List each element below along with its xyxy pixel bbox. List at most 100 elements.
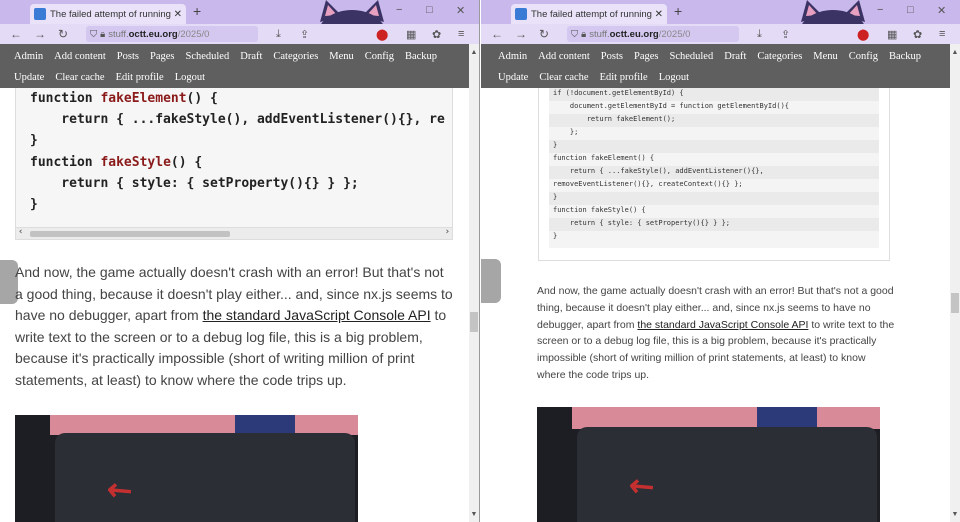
extension-icon[interactable]: ✿ [913,28,922,41]
close-window-button[interactable]: ✕ [937,4,946,17]
scroll-down-icon[interactable]: ▼ [469,510,479,520]
article-paragraph: And now, the game actually doesn't crash… [537,285,895,381]
add-content-link[interactable]: Add content [54,51,106,62]
nav-bar: ← → ↻ ⛉ 🔒︎ stuff. octt.eu.org/2025/0 ⤓ ⇪ … [0,24,479,44]
admin-bar: Admin Add content Posts Pages Scheduled … [0,44,471,88]
back-icon[interactable]: ← [10,27,22,41]
config-link[interactable]: Config [365,51,394,62]
side-panel-tab[interactable] [481,259,501,303]
admin-link[interactable]: Admin [14,51,43,62]
code-line: function fakeElement() { [553,154,655,162]
code-line: return { ...fakeStyle(), addEventListene… [30,112,445,127]
article-photo: ↖ [15,415,358,522]
code-line: function fakeStyle() { [30,155,203,170]
scroll-down-icon[interactable]: ▼ [950,510,960,520]
ublock-icon[interactable]: ⬤ [857,28,869,41]
categories-link[interactable]: Categories [273,51,318,62]
url-domain: octt.eu.org [609,28,659,40]
nav-bar: ← → ↻ ⛉ 🔒︎ stuff. octt.eu.org/2025/0 ⤓ ⇪ … [481,24,960,44]
download-icon[interactable]: ⤓ [757,28,762,41]
minimize-button[interactable]: − [396,4,402,16]
console-api-link[interactable]: the standard JavaScript Console API [637,319,808,331]
edit-profile-link[interactable]: Edit profile [116,72,164,83]
favicon-icon [34,8,46,20]
tab-title: The failed attempt of running H [50,8,171,20]
url-bar[interactable]: ⛉ 🔒︎ stuff. octt.eu.org/2025/0 [86,26,258,42]
update-link[interactable]: Update [498,72,528,83]
tab-title: The failed attempt of running H [531,8,652,20]
scroll-right-icon[interactable]: › [445,227,450,237]
backup-link[interactable]: Backup [405,51,437,62]
categories-link[interactable]: Categories [757,51,802,62]
reload-icon[interactable]: ↻ [58,27,68,41]
scroll-left-icon[interactable]: ‹ [18,227,23,237]
pages-link[interactable]: Pages [150,51,175,62]
logout-link[interactable]: Logout [659,72,689,83]
clear-cache-link[interactable]: Clear cache [55,72,104,83]
scrollbar-thumb[interactable] [951,293,959,313]
titlebar: The failed attempt of running H ✕ + − □ … [0,0,479,24]
close-tab-icon[interactable]: ✕ [174,9,182,20]
qr-icon[interactable]: ▦ [887,28,897,41]
code-line: } [30,133,38,148]
forward-icon[interactable]: → [34,27,46,41]
menu-link[interactable]: Menu [329,51,354,62]
qr-icon[interactable]: ▦ [406,28,416,41]
new-tab-button[interactable]: + [674,3,682,19]
clear-cache-link[interactable]: Clear cache [539,72,588,83]
update-link[interactable]: Update [14,72,44,83]
url-path: /2025/0 [658,28,691,40]
code-line: return { ...fakeStyle(), addEventListene… [549,166,879,179]
backup-link[interactable]: Backup [889,51,921,62]
share-icon[interactable]: ⇪ [300,28,309,41]
scroll-up-icon[interactable]: ▲ [950,48,960,58]
close-tab-icon[interactable]: ✕ [655,9,663,20]
config-link[interactable]: Config [849,51,878,62]
logout-link[interactable]: Logout [175,72,205,83]
scheduled-link[interactable]: Scheduled [669,51,713,62]
new-tab-button[interactable]: + [193,3,201,19]
pages-link[interactable]: Pages [634,51,659,62]
add-content-link[interactable]: Add content [538,51,590,62]
browser-tab[interactable]: The failed attempt of running H ✕ [30,4,186,24]
maximize-button[interactable]: □ [907,4,914,16]
reload-icon[interactable]: ↻ [539,27,549,41]
menu-icon[interactable]: ≡ [458,28,464,40]
lock-icon: 🔒︎ [581,28,587,40]
admin-link[interactable]: Admin [498,51,527,62]
vertical-scrollbar[interactable]: ▲ ▼ [950,44,960,522]
url-bar[interactable]: ⛉ 🔒︎ stuff. octt.eu.org/2025/0 [567,26,739,42]
vertical-scrollbar[interactable]: ▲ ▼ [469,44,479,522]
close-window-button[interactable]: ✕ [456,4,465,17]
ublock-icon[interactable]: ⬤ [376,28,388,41]
menu-icon[interactable]: ≡ [939,28,945,40]
extension-icon[interactable]: ✿ [432,28,441,41]
share-icon[interactable]: ⇪ [781,28,790,41]
scroll-up-icon[interactable]: ▲ [469,48,479,58]
forward-icon[interactable]: → [515,27,527,41]
scrollbar-thumb[interactable] [470,312,478,332]
shield-icon: ⛉ [571,28,579,40]
menu-link[interactable]: Menu [813,51,838,62]
shield-icon: ⛉ [90,28,98,40]
code-line: } [549,192,879,205]
scrollbar-thumb[interactable] [30,231,230,237]
maximize-button[interactable]: □ [426,4,433,16]
console-api-link[interactable]: the standard JavaScript Console API [203,307,431,323]
download-icon[interactable]: ⤓ [276,28,281,41]
code-line: return fakeElement(); [549,114,879,127]
code-line: } [30,197,38,212]
minimize-button[interactable]: − [877,4,883,16]
back-icon[interactable]: ← [491,27,503,41]
article-paragraph: And now, the game actually doesn't crash… [15,264,453,388]
posts-link[interactable]: Posts [117,51,139,62]
horizontal-scrollbar[interactable]: ‹ › [16,227,452,239]
draft-link[interactable]: Draft [240,51,262,62]
posts-link[interactable]: Posts [601,51,623,62]
code-line: function fakeStyle() { [553,206,646,214]
scheduled-link[interactable]: Scheduled [185,51,229,62]
draft-link[interactable]: Draft [724,51,746,62]
edit-profile-link[interactable]: Edit profile [600,72,648,83]
code-line: }; [553,128,579,136]
browser-tab[interactable]: The failed attempt of running H ✕ [511,4,667,24]
